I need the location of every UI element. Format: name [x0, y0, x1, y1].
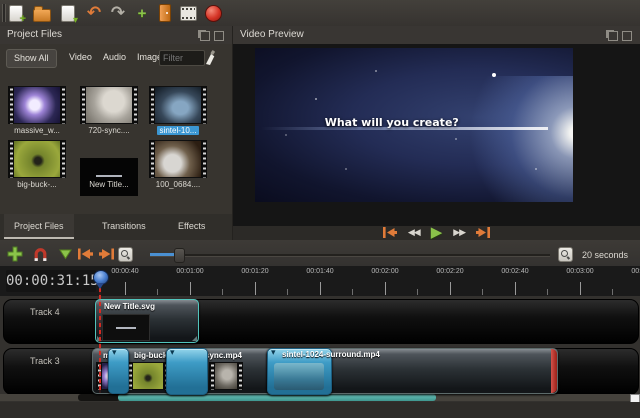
- ruler-ticks: [95, 282, 640, 295]
- video-preview-panel: Video Preview What will you create? ◀◀ ▶…: [233, 26, 640, 240]
- window-bottom-edge: [0, 402, 640, 418]
- file-label: New Title...: [74, 180, 144, 189]
- save-project-icon[interactable]: ▾: [58, 3, 78, 23]
- tab-project-files[interactable]: Project Files: [4, 214, 74, 239]
- project-file-bigbuck[interactable]: [8, 140, 66, 178]
- clear-filter-brush-icon[interactable]: [203, 50, 218, 65]
- ruler-label: 00:03:00: [554, 268, 606, 275]
- float-icon[interactable]: [608, 31, 618, 41]
- ruler-label: 00:03:20: [619, 268, 640, 275]
- clip-sintel-label: sintel-1024-surround.mp4: [282, 350, 380, 359]
- ruler-label: 00:02:20: [424, 268, 476, 275]
- panel-tab-bar: Project Files Transitions Effects: [0, 214, 233, 241]
- transition-1[interactable]: ▾: [108, 348, 129, 394]
- file-label: 100_0684....: [143, 180, 213, 189]
- export-video-icon[interactable]: [203, 3, 223, 23]
- ruler-label: 00:01:00: [164, 268, 216, 275]
- clip-big-buck[interactable]: big-buck-: [122, 348, 172, 394]
- tab-effects[interactable]: Effects: [168, 214, 215, 239]
- transition-thumbnail: [274, 363, 324, 390]
- stars: [255, 48, 257, 50]
- snapping-magnet-icon[interactable]: [31, 245, 49, 263]
- track-name: Track 4: [30, 307, 60, 317]
- horizontal-scrollbar[interactable]: [0, 394, 640, 401]
- preview-canvas[interactable]: What will you create? ◀◀ ▶ ▶▶: [233, 44, 640, 226]
- previous-marker-icon[interactable]: [76, 245, 94, 263]
- ruler-label: 00:01:20: [229, 268, 281, 275]
- project-file-100_0684[interactable]: [149, 140, 207, 178]
- jump-to-start-icon[interactable]: [382, 223, 397, 241]
- scrollbar-dark-segment: [78, 394, 120, 401]
- timeline-tracks: Track 4 New Title.svg Track 3 massive_w.…: [0, 296, 640, 394]
- light-flare: [428, 76, 573, 202]
- video-overlay-text: What will you create?: [255, 116, 528, 129]
- clip-thumbnail: [102, 314, 150, 341]
- close-icon[interactable]: [622, 31, 632, 41]
- undo-icon[interactable]: ↶: [84, 3, 104, 23]
- project-files-panel: Project Files Show All Video Audio Image…: [0, 26, 233, 214]
- tab-transitions[interactable]: Transitions: [92, 214, 156, 239]
- add-marker-icon[interactable]: [56, 245, 74, 263]
- redo-icon[interactable]: ↷: [108, 3, 128, 23]
- playhead-time-display: 00:00:31:15: [6, 270, 96, 292]
- chevron-down-icon: ▾: [112, 347, 117, 358]
- project-file-720sync[interactable]: [80, 86, 138, 124]
- file-label: 720-sync....: [74, 126, 144, 135]
- new-project-icon[interactable]: +: [6, 3, 26, 23]
- project-file-massive[interactable]: [8, 86, 66, 124]
- clip-end-marker[interactable]: [551, 349, 557, 393]
- fade-handle[interactable]: [192, 336, 197, 341]
- filter-tab-video[interactable]: Video: [62, 49, 99, 66]
- fast-forward-icon[interactable]: ▶▶: [453, 223, 465, 241]
- file-label-selected: sintel-10...: [143, 126, 213, 135]
- ruler-label: 00:02:00: [359, 268, 411, 275]
- file-label: massive_w...: [2, 126, 72, 135]
- preview-frame: What will you create?: [255, 48, 573, 202]
- add-track-icon[interactable]: [6, 245, 24, 263]
- zoom-in-icon[interactable]: [116, 245, 134, 263]
- close-icon[interactable]: [214, 31, 224, 41]
- jump-to-end-icon[interactable]: [476, 223, 491, 241]
- clip-thumbnail: [127, 362, 169, 390]
- playhead-line: [99, 288, 101, 393]
- ruler-label: 00:01:40: [294, 268, 346, 275]
- zoom-out-icon[interactable]: [556, 245, 574, 263]
- rewind-icon[interactable]: ◀◀: [408, 223, 420, 241]
- slider-groove[interactable]: [150, 254, 550, 257]
- scrollbar-thumb[interactable]: [118, 394, 436, 401]
- next-marker-icon[interactable]: [98, 245, 116, 263]
- main-toolbar: + ▾ ↶ ↷ +: [0, 0, 640, 27]
- playhead-marker-tip: [96, 283, 104, 289]
- filter-input[interactable]: [159, 50, 205, 66]
- track-name: Track 3: [30, 356, 60, 366]
- choose-profile-icon[interactable]: [155, 3, 175, 23]
- float-icon[interactable]: [200, 31, 210, 41]
- project-file-newtitle[interactable]: [80, 158, 138, 196]
- open-project-icon[interactable]: [32, 3, 52, 23]
- chevron-down-icon: ▾: [170, 347, 175, 358]
- chevron-down-icon: ▾: [271, 347, 276, 358]
- slider-handle[interactable]: [174, 248, 185, 263]
- zoom-scale-label: 20 seconds: [582, 250, 628, 260]
- clip-thumbnail: [209, 362, 243, 390]
- file-label: big-buck-...: [2, 180, 72, 189]
- play-icon[interactable]: ▶: [431, 223, 443, 241]
- import-files-icon[interactable]: +: [132, 3, 152, 23]
- transition-2[interactable]: ▾: [166, 348, 208, 395]
- filter-tab-audio[interactable]: Audio: [96, 49, 133, 66]
- clip-new-title[interactable]: New Title.svg: [95, 299, 199, 343]
- fullscreen-icon[interactable]: [178, 3, 198, 23]
- media-filter-bar: Show All Video Audio Image: [0, 46, 232, 72]
- project-files-title: Project Files: [0, 26, 232, 44]
- ruler-label: 00:02:40: [489, 268, 541, 275]
- video-preview-title: Video Preview: [233, 26, 640, 44]
- filter-tab-show-all[interactable]: Show All: [6, 49, 57, 68]
- project-file-sintel[interactable]: [149, 86, 207, 124]
